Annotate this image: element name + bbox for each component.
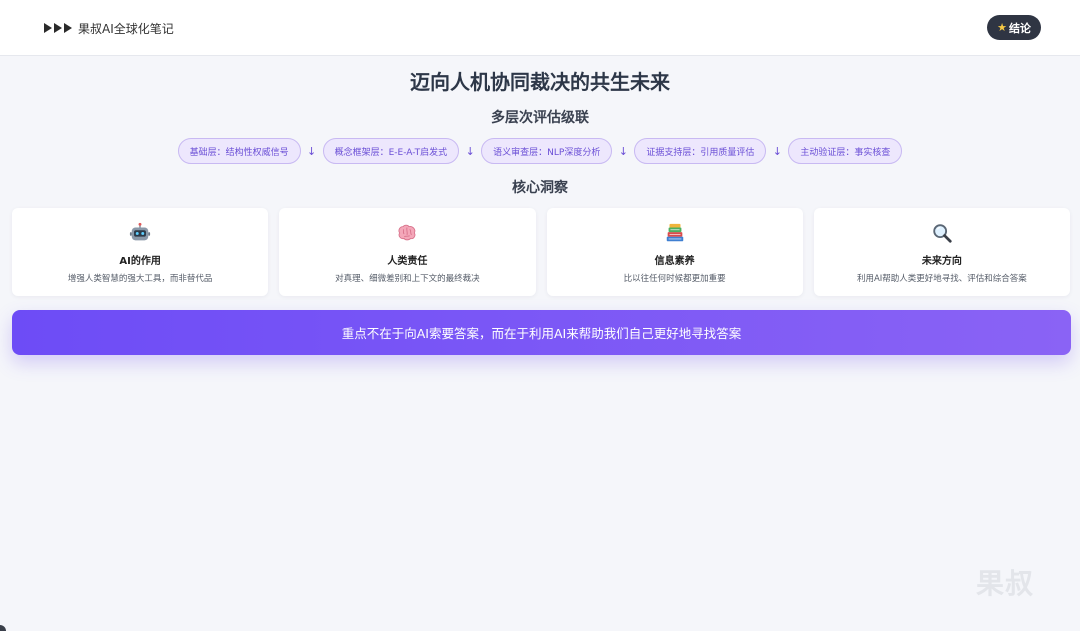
insight-card-info-literacy: 信息素养 比以往任何时候都更加重要 [546,208,803,296]
layer-chip-semantic: 语义审查层：NLP深度分析 [481,138,613,164]
insight-card-future-direction: 未来方向 利用AI帮助人类更好地寻找、评估和综合答案 [813,208,1070,296]
insight-desc: 利用AI帮助人类更好地寻找、评估和综合答案 [856,274,1027,284]
insight-title: 未来方向 [921,256,962,267]
layer-chip-evidence: 证据支持层：引用质量评估 [634,138,767,164]
evaluation-cascade: 基础层：结构性权威信号 ↓ 概念框架层：E-E-A-T启发式 ↓ 语义审查层：N… [0,138,1080,164]
arrow-down-icon: ↓ [618,144,628,158]
arrow-down-icon: ↓ [465,144,475,158]
insight-card-ai-role: AI的作用 增强人类智慧的强大工具，而非替代品 [12,208,269,296]
insight-title: 信息素养 [654,256,695,267]
insights-section-title: 核心洞察 [512,180,568,196]
brand[interactable]: 果叔AI全球化笔记 [44,18,174,38]
insight-title: AI的作用 [119,256,161,267]
play-triangle-icon [44,23,72,33]
brand-name: 果叔AI全球化笔记 [78,21,174,36]
insight-cards: AI的作用 增强人类智慧的强大工具，而非替代品 人类责任 对真理、细微差别和上下… [12,208,1070,296]
conclusion-label: 结论 [1008,21,1031,35]
top-bar: 果叔AI全球化笔记 ★ 结论 [0,0,1080,56]
insight-desc: 增强人类智慧的强大工具，而非替代品 [67,274,213,284]
insight-desc: 比以往任何时候都更加重要 [623,274,726,284]
insight-desc: 对真理、细微差别和上下文的最终裁决 [335,274,480,284]
star-icon: ★ [997,21,1007,34]
arrow-down-icon: ↓ [772,144,782,158]
watermark: 果叔 [976,567,1035,600]
page-title: 迈向人机协同裁决的共生未来 [410,70,670,94]
magnifier-icon [933,224,952,243]
arrow-down-icon: ↓ [307,144,317,158]
conclusion-banner: 重点不在于向AI索要答案，而在于利用AI来帮助我们自己更好地寻找答案 [12,310,1071,355]
layer-chip-concept: 概念框架层：E-E-A-T启发式 [322,138,460,164]
books-icon [666,223,683,242]
brain-icon [398,224,416,241]
layer-chip-verification: 主动验证层：事实核查 [788,138,903,164]
layer-chip-foundation: 基础层：结构性权威信号 [177,138,301,164]
corner-decoration [0,625,6,631]
insight-title: 人类责任 [387,256,428,267]
insight-card-human-responsibility: 人类责任 对真理、细微差别和上下文的最终裁决 [279,208,536,296]
layers-section-title: 多层次评估级联 [491,110,589,126]
robot-icon [130,222,151,241]
conclusion-button[interactable]: ★ 结论 [987,15,1041,40]
